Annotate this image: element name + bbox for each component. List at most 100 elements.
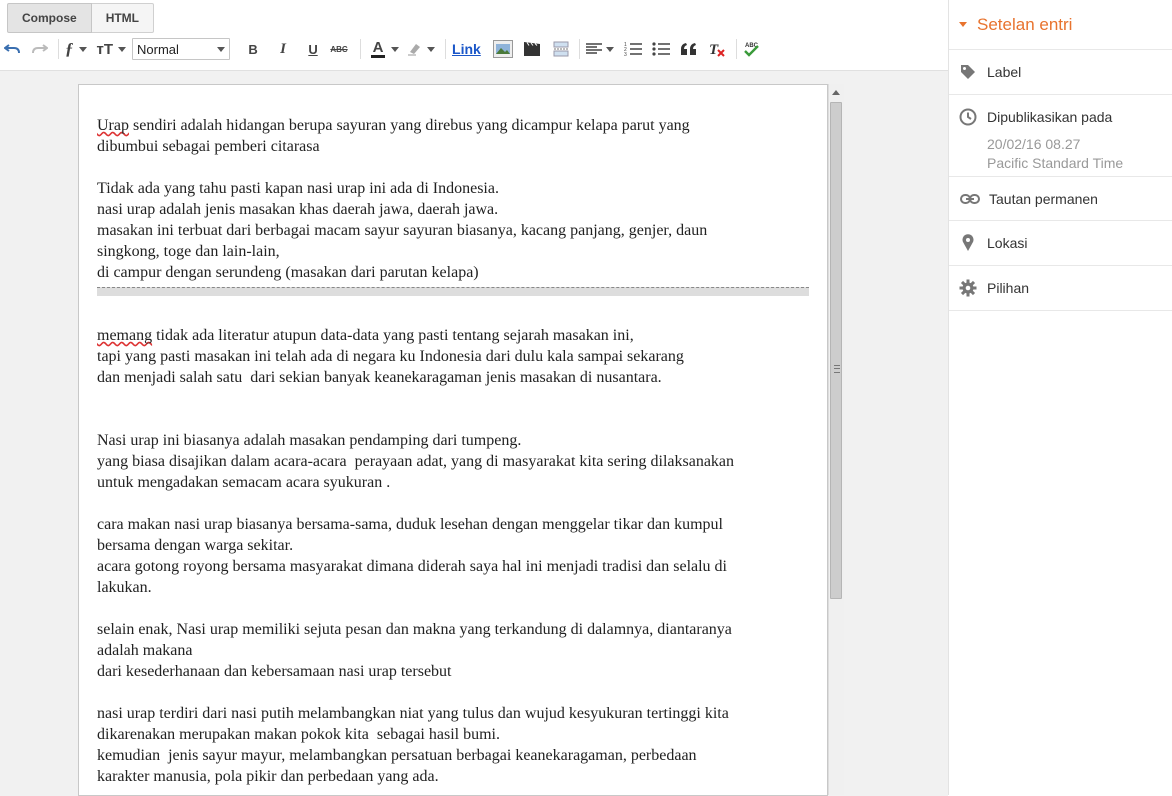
paragraph: Tidak ada yang tahu pasti kapan nasi ura…: [97, 180, 499, 197]
strike-glyph: ABC: [330, 44, 348, 54]
italic-glyph: I: [280, 40, 286, 57]
link-button[interactable]: Link: [452, 37, 481, 61]
text-color-glyph: A: [372, 39, 384, 56]
numbered-list-icon[interactable]: 123: [624, 37, 642, 61]
paragraph: masakan ini terbuat dari berbagai macam …: [97, 222, 708, 239]
text-color-swatch: [371, 55, 386, 58]
compose-tab[interactable]: Compose: [7, 3, 92, 33]
collapse-triangle-icon: [959, 22, 967, 27]
sidebar-item-text: Pilihan: [987, 280, 1030, 296]
sidebar-item-text: Dipublikasikan pada: [987, 109, 1113, 125]
bold-glyph: B: [248, 41, 258, 57]
post-body-editor[interactable]: Urap sendiri adalah hidangan berupa sayu…: [78, 84, 828, 796]
bold-icon[interactable]: B: [244, 37, 262, 61]
paragraph: dikarenakan merupakan makan pokok kita s…: [97, 726, 500, 743]
chevron-down-icon: [427, 46, 436, 52]
sidebar-item-text: Label: [987, 64, 1022, 80]
post-content: Urap sendiri adalah hidangan berupa sayu…: [97, 115, 809, 787]
font-family-icon[interactable]: ƒ: [65, 37, 87, 61]
jump-break-icon[interactable]: [553, 37, 569, 61]
chevron-down-icon[interactable]: [391, 46, 400, 52]
paragraph: dan menjadi salah satu dari sekian banya…: [97, 369, 662, 386]
settings-header[interactable]: Setelan entri: [949, 0, 1172, 50]
paragraph: nasi urap adalah jenis masakan khas daer…: [97, 201, 499, 218]
redo-icon[interactable]: [32, 37, 48, 61]
italic-icon[interactable]: I: [272, 37, 294, 61]
published-date: 20/02/16 08.27: [987, 136, 1081, 152]
spellcheck-icon[interactable]: ABC: [743, 37, 761, 61]
align-icon[interactable]: [585, 37, 614, 61]
empty-line: [97, 409, 809, 430]
chevron-down-icon: [217, 46, 226, 52]
svg-text:3: 3: [624, 52, 627, 57]
paragraph: cara makan nasi urap biasanya bersama-sa…: [97, 516, 723, 533]
strikethrough-icon[interactable]: ABC: [328, 37, 350, 61]
font-size-icon[interactable]: тT: [97, 37, 127, 61]
text-run: sendiri adalah hidangan berupa sayuran y…: [128, 117, 690, 134]
paragraph: Nasi urap ini biasanya adalah masakan pe…: [97, 432, 522, 449]
paragraph: singkong, toge dan lain-lain,: [97, 243, 280, 260]
chevron-down-icon: [605, 46, 614, 52]
video-icon[interactable]: [523, 37, 541, 61]
image-icon[interactable]: [492, 37, 513, 61]
svg-text:T: T: [709, 42, 719, 57]
text-color-icon[interactable]: A: [371, 37, 386, 61]
paragraph: yang biasa disajikan dalam acara-acara p…: [97, 453, 735, 470]
empty-line: [97, 157, 809, 178]
sidebar-item-text: Lokasi: [987, 235, 1028, 251]
paragraph: dibumbui sebagai pemberi citarasa: [97, 138, 320, 155]
map-pin-icon: [959, 234, 977, 252]
font-family-glyph: ƒ: [65, 39, 74, 58]
formatting-toolbar: ƒ тT Normal B I U ABC A Link 1 2 3 T ABC: [0, 34, 948, 64]
paragraph: adalah makana: [97, 642, 193, 659]
underline-icon[interactable]: U: [302, 37, 324, 61]
paragraph: bersama dengan warga sekitar.: [97, 537, 294, 554]
misspelled-word[interactable]: Urap: [97, 117, 129, 134]
toolbar-divider: [578, 39, 580, 59]
paragraph: kemudian jenis sayur mayur, melambangkan…: [97, 747, 697, 764]
toolbar-divider: [735, 39, 737, 59]
toolbar-divider: [360, 39, 362, 59]
chevron-down-icon: [118, 46, 127, 52]
toolbar-divider: [58, 39, 59, 59]
scroll-up-arrow-icon[interactable]: [832, 90, 840, 95]
paragraph: lakukan.: [97, 579, 152, 596]
grip-icon: [834, 365, 840, 373]
paragraph: acara gotong royong bersama masyarakat d…: [97, 558, 727, 575]
sidebar-item-text: Tautan permanen: [989, 191, 1098, 207]
sidebar-item-permalink[interactable]: Tautan permanen: [949, 177, 1172, 221]
paragraph: dari kesederhanaan dan kebersamaan nasi …: [97, 663, 452, 680]
text-run: tidak ada literatur atupun data-data yan…: [152, 327, 634, 344]
paragraph: karakter manusia, pola pikir dan perbeda…: [97, 768, 439, 785]
clear-format-icon[interactable]: T: [708, 37, 726, 61]
toolbar-divider: [445, 39, 447, 59]
html-tab[interactable]: HTML: [91, 3, 155, 33]
empty-line: [97, 598, 809, 619]
paragraph: Urap sendiri adalah hidangan berupa sayu…: [97, 115, 809, 136]
sidebar-item-label[interactable]: Label: [949, 50, 1172, 95]
sidebar-item-options[interactable]: Pilihan: [949, 266, 1172, 311]
misspelled-word[interactable]: memang: [97, 327, 152, 344]
quote-icon[interactable]: [680, 37, 698, 61]
empty-line: [97, 388, 809, 409]
tag-icon: [959, 63, 977, 81]
jump-break-marker[interactable]: [97, 287, 809, 296]
scrollbar-thumb[interactable]: [830, 102, 842, 599]
paragraph-format-value: Normal: [137, 41, 179, 57]
highlight-icon[interactable]: [407, 37, 436, 61]
paragraph: tapi yang pasti masakan ini telah ada di…: [97, 348, 684, 365]
editor-scrollbar[interactable]: [828, 84, 844, 795]
undo-icon[interactable]: [4, 37, 20, 61]
editor-pane: Compose HTML ƒ тT Normal B I U ABC A Lin…: [0, 0, 948, 796]
paragraph: memang tidak ada literatur atupun data-d…: [97, 325, 809, 346]
paragraph: di campur dengan serundeng (masakan dari…: [97, 264, 479, 281]
sidebar-item-published[interactable]: Dipublikasikan pada 20/02/16 08.27 Pacif…: [949, 95, 1172, 177]
gear-icon: [959, 279, 977, 297]
empty-line: [97, 493, 809, 514]
clock-icon: [959, 108, 977, 126]
bullet-list-icon[interactable]: [652, 37, 670, 61]
font-size-glyph: тT: [96, 40, 114, 58]
mode-switcher: Compose HTML: [7, 3, 155, 33]
paragraph-format-select[interactable]: Normal: [132, 38, 231, 60]
sidebar-item-location[interactable]: Lokasi: [949, 221, 1172, 266]
